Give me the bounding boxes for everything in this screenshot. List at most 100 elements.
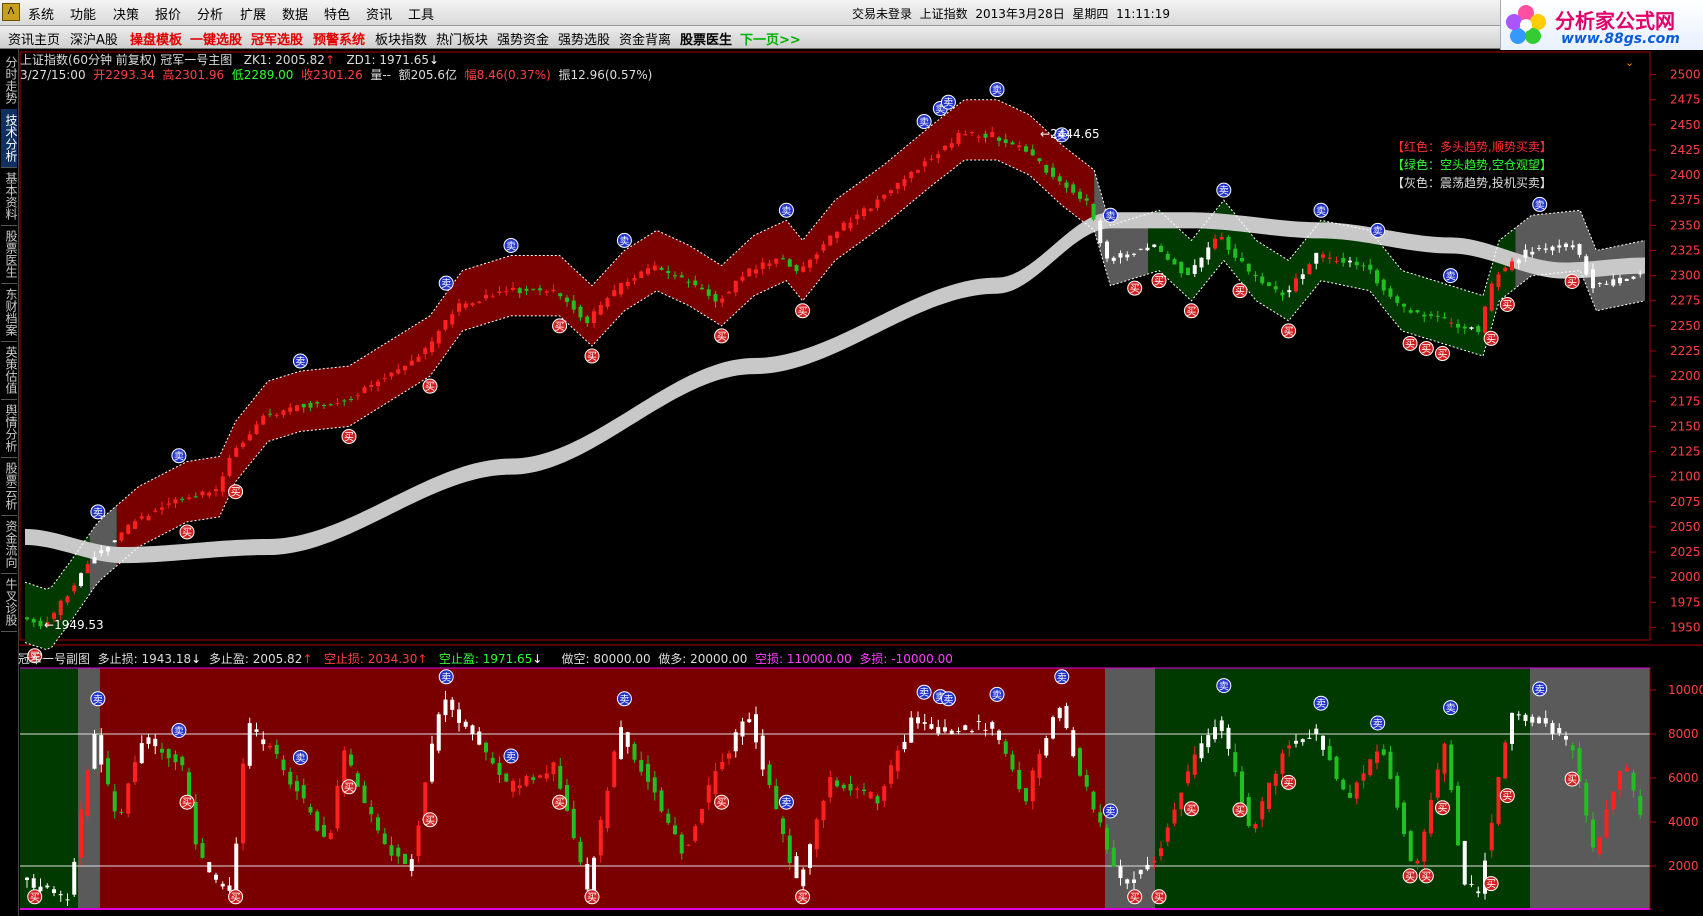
- sub-candle: [929, 724, 934, 729]
- sub-candle: [916, 717, 920, 724]
- price-candle: [220, 476, 225, 492]
- toolbar-item-6[interactable]: 板块指数: [375, 29, 427, 48]
- sub-candle: [1267, 782, 1271, 810]
- price-candle: [1152, 244, 1157, 247]
- app-logo-icon[interactable]: Λ: [2, 3, 20, 21]
- sub-candle: [1017, 770, 1022, 790]
- price-candle: [389, 372, 394, 377]
- sub-candle: [625, 732, 630, 747]
- price-candle: [1314, 252, 1319, 264]
- stop-short: 空止损: 2034.30: [323, 652, 418, 666]
- sell-signal-label: 卖: [1105, 210, 1115, 222]
- price-candle: [774, 258, 779, 264]
- price-candle: [1442, 317, 1447, 319]
- toolbar-item-0[interactable]: 资讯主页: [8, 29, 60, 48]
- price-candle: [976, 136, 981, 138]
- price-candle: [193, 496, 198, 498]
- zd1-value: ZD1: 1971.65: [346, 53, 430, 67]
- price-candle: [632, 278, 637, 281]
- price-candle: [983, 133, 988, 138]
- price-candle: [895, 182, 900, 189]
- toolbar-item-4[interactable]: 冠军选股: [251, 29, 303, 48]
- price-candle: [700, 287, 704, 290]
- sub-candle: [214, 874, 218, 880]
- sub-candle: [1057, 707, 1062, 719]
- sub-candle: [1273, 773, 1278, 786]
- price-candle: [295, 405, 299, 411]
- price-candle: [1044, 164, 1049, 173]
- sub-candle: [693, 826, 698, 841]
- price-candle: [1111, 257, 1116, 261]
- toolbar-item-12[interactable]: 下一页>>: [740, 29, 801, 48]
- menu-item-2[interactable]: 决策: [113, 4, 139, 23]
- sell-signal-label: 卖: [93, 507, 103, 519]
- sub-buy-signal-label: 买: [1486, 879, 1496, 891]
- trend-band: [116, 99, 1095, 566]
- menu-item-4[interactable]: 分析: [197, 4, 223, 23]
- price-candle: [747, 268, 752, 277]
- price-candle: [1496, 274, 1501, 288]
- toolbar-item-1[interactable]: 深沪A股: [70, 29, 118, 48]
- sub-buy-signal-label: 买: [717, 797, 727, 809]
- menu-item-9[interactable]: 工具: [408, 4, 434, 23]
- sell-signal-label: 卖: [919, 116, 929, 128]
- price-candle: [1233, 248, 1238, 258]
- menu-item-8[interactable]: 资讯: [366, 4, 392, 23]
- sub-candle: [1213, 727, 1217, 740]
- toolbar-item-3[interactable]: 一键选股: [190, 29, 242, 48]
- menu-item-0[interactable]: 系统: [28, 4, 54, 23]
- main-y-tick-label: 2325: [1670, 243, 1701, 257]
- toolbar-item-9[interactable]: 强势选股: [558, 29, 610, 48]
- sub-candle: [72, 861, 77, 895]
- sub-candle: [1557, 728, 1562, 734]
- sub-candle: [956, 731, 961, 733]
- toolbar-item-10[interactable]: 资金背离: [619, 29, 671, 48]
- sub-candle: [1098, 812, 1103, 823]
- menu-item-5[interactable]: 扩展: [240, 4, 266, 23]
- price-candle: [727, 292, 731, 294]
- brand-logo[interactable]: 分析家公式网 www.88gs.com: [1500, 0, 1703, 50]
- toolbar-item-8[interactable]: 强势资金: [497, 29, 549, 48]
- sub-candle: [1462, 840, 1467, 885]
- sub-candle: [1132, 879, 1136, 883]
- sub-candle: [1233, 752, 1238, 773]
- sub-candle: [268, 745, 272, 748]
- main-y-tick-label: 2150: [1670, 419, 1701, 433]
- menu-item-6[interactable]: 数据: [282, 4, 308, 23]
- main-y-tick-label: 2100: [1670, 470, 1701, 484]
- sub-candle: [1172, 809, 1177, 824]
- sub-candle: [85, 770, 90, 816]
- price-candle: [814, 254, 819, 259]
- sub-candle: [1570, 745, 1575, 751]
- profit-long: 多止盈: 2005.82: [208, 652, 303, 666]
- sub-candle: [727, 753, 731, 759]
- current-weekday: 星期四: [1072, 7, 1109, 21]
- price-candle: [1294, 278, 1298, 292]
- price-candle: [652, 265, 657, 271]
- price-candle: [1172, 259, 1177, 265]
- sub-candle: [639, 759, 644, 772]
- price-candle: [1402, 303, 1406, 307]
- price-candle: [970, 132, 974, 134]
- sub-candle: [166, 749, 171, 759]
- sub-candle: [79, 809, 83, 858]
- toolbar-item-11[interactable]: 股票医生: [680, 29, 732, 48]
- price-candle: [450, 314, 455, 325]
- sub-candle: [416, 825, 421, 857]
- menu-item-1[interactable]: 功能: [70, 4, 96, 23]
- sub-sell-signal-label: 卖: [93, 694, 103, 706]
- price-candle: [922, 161, 927, 167]
- menu-item-3[interactable]: 报价: [155, 4, 181, 23]
- buy-signal-label: 买: [555, 321, 565, 333]
- sub-candle: [1368, 759, 1373, 776]
- toolbar-item-7[interactable]: 热门板块: [436, 29, 488, 48]
- price-candle: [1550, 246, 1555, 251]
- sub-candle: [477, 731, 482, 745]
- sub-candle: [274, 744, 279, 755]
- buy-signal-label: 买: [1421, 343, 1431, 355]
- menu-item-7[interactable]: 特色: [324, 4, 350, 23]
- price-candle: [1280, 292, 1285, 296]
- toolbar-item-2[interactable]: 操盘模板: [130, 29, 182, 48]
- sub-candle: [841, 784, 846, 789]
- toolbar-item-5[interactable]: 预警系统: [313, 29, 365, 48]
